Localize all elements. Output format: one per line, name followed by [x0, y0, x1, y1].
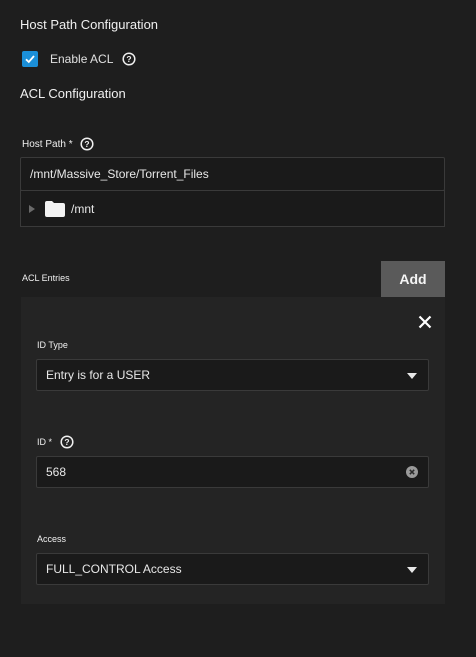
enable-acl-row[interactable]: Enable ACL ?: [22, 51, 136, 67]
folder-icon: [45, 200, 65, 217]
host-path-value: /mnt/Massive_Store/Torrent_Files: [30, 167, 209, 181]
svg-text:?: ?: [84, 139, 89, 149]
add-button[interactable]: Add: [381, 261, 445, 297]
id-label: ID *: [37, 437, 53, 447]
svg-text:?: ?: [64, 437, 69, 447]
triangle-right-icon[interactable]: [28, 204, 36, 213]
id-value: 568: [46, 465, 67, 479]
id-label-row: ID * ?: [37, 435, 74, 449]
caret-down-icon: [407, 373, 417, 379]
id-type-select[interactable]: Entry is for a USER: [36, 359, 429, 391]
acl-config-title: ACL Configuration: [20, 86, 126, 101]
host-path-label: Host Path *: [22, 138, 73, 150]
acl-entry-card: ID Type Entry is for a USER ID * ? 568 A…: [21, 297, 445, 604]
svg-text:?: ?: [127, 54, 132, 64]
host-path-label-row: Host Path * ?: [22, 137, 94, 151]
clear-circle-icon[interactable]: [406, 466, 418, 478]
enable-acl-label: Enable ACL: [50, 52, 114, 66]
acl-entries-title: ACL Entries: [22, 273, 70, 283]
close-icon[interactable]: [418, 315, 432, 329]
help-circle-icon[interactable]: ?: [122, 52, 136, 66]
tree-node-mnt[interactable]: /mnt: [71, 202, 94, 216]
id-type-label: ID Type: [37, 340, 68, 350]
help-circle-icon[interactable]: ?: [80, 137, 94, 151]
id-type-value: Entry is for a USER: [46, 368, 151, 382]
check-icon: [25, 55, 35, 64]
help-circle-icon[interactable]: ?: [60, 435, 74, 449]
host-path-config-title: Host Path Configuration: [20, 17, 159, 32]
access-value: FULL_CONTROL Access: [46, 562, 182, 576]
directory-tree[interactable]: /mnt: [20, 190, 445, 227]
access-select[interactable]: FULL_CONTROL Access: [36, 553, 429, 585]
enable-acl-checkbox[interactable]: [22, 51, 38, 67]
access-label: Access: [37, 534, 67, 544]
id-input[interactable]: 568: [36, 456, 429, 488]
host-path-input[interactable]: /mnt/Massive_Store/Torrent_Files: [20, 157, 445, 191]
caret-down-icon: [407, 567, 417, 573]
